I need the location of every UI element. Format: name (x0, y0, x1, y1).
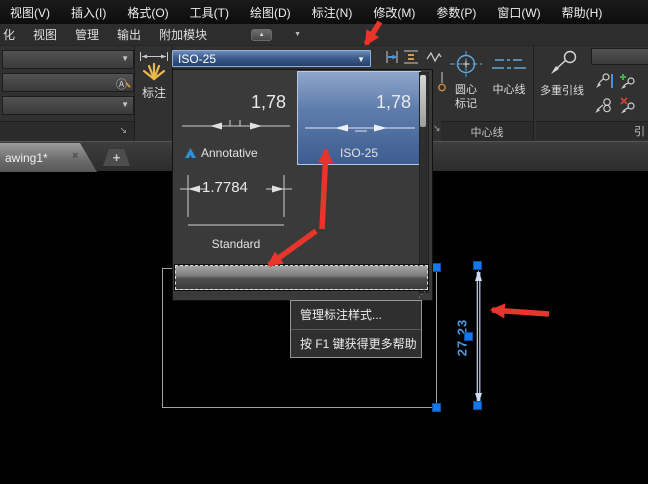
dimension-grip[interactable] (473, 401, 482, 410)
centerline-label: 中心线 (492, 84, 526, 96)
resize-grip-icon[interactable]: ⋰ (418, 291, 426, 299)
style-item-standard[interactable]: 1.7784 Standard (178, 167, 294, 255)
style-item-iso25[interactable]: 1,78 ISO-25 (297, 71, 421, 165)
flyout-scrollbar[interactable] (419, 72, 429, 293)
minimize-ribbon-button[interactable]: ▲ (251, 28, 273, 41)
panel-divider (134, 46, 135, 141)
close-icon[interactable]: × (72, 150, 78, 162)
menu-item-insert[interactable]: 插入(I) (71, 4, 106, 21)
menu-item-dimension[interactable]: 标注(N) (312, 4, 353, 21)
remove-leader-icon[interactable] (594, 96, 614, 114)
minimize-ribbon-caret-icon[interactable]: ▼ (294, 31, 301, 38)
dim-style-flyout: 1,78 Annotative 1,78 ISO-25 1.7784 Stand… (172, 69, 433, 301)
ribbon-tab-manage[interactable]: 管理 (75, 26, 99, 43)
chevron-down-icon: ▼ (121, 100, 129, 109)
style-item-label: ISO-25 (339, 146, 378, 160)
red-arrow-dimension (489, 303, 550, 319)
chevron-down-icon[interactable]: ▼ (357, 55, 365, 64)
multileader-button[interactable]: 多重引线 (536, 46, 588, 118)
leader-panel-title[interactable]: 引 (536, 121, 648, 140)
scrollbar-thumb[interactable] (420, 75, 426, 127)
flyout-hovered-item[interactable] (175, 265, 428, 290)
align-leader-icon[interactable] (616, 96, 636, 114)
multileader-label: 多重引线 (540, 85, 584, 97)
dim-preview-graphic (182, 120, 290, 130)
dimension-origin-grip[interactable] (432, 263, 441, 272)
dimension-text-grip[interactable] (464, 332, 473, 341)
panel-expander-icon[interactable]: ↘ (433, 123, 441, 134)
menu-item-tools[interactable]: 工具(T) (190, 4, 229, 21)
minimize-ribbon-icon: ▲ (258, 31, 265, 38)
sparkle-icon (142, 62, 166, 81)
new-drawing-tab-button[interactable]: + (103, 149, 130, 166)
new-tab-icon: + (112, 150, 121, 165)
file-tab-label: awing1* (5, 150, 48, 165)
style-item-label: Standard (211, 237, 261, 251)
dim-style-value: ISO-25 (178, 51, 217, 66)
dimension-origin-grip[interactable] (432, 403, 441, 412)
linear-dimension-icon (140, 52, 168, 61)
style-preview-value: 1,78 (250, 92, 286, 112)
menu-item-help[interactable]: 帮助(H) (562, 4, 603, 21)
centerline-button[interactable]: 中心线 (488, 48, 530, 118)
chevron-down-icon: ▼ (121, 54, 129, 63)
text-style-dropdown[interactable]: ▼ (2, 50, 134, 69)
adjust-spacing-icon[interactable] (403, 49, 419, 65)
annotative-icon (185, 148, 196, 158)
ribbon-tab-bar: 化 视图 管理 输出 附加模块 ▲ ▼ (0, 24, 648, 46)
dimension-break-icon[interactable] (384, 49, 400, 65)
dimension-button[interactable]: 标注 (136, 47, 172, 140)
dimension-grip[interactable] (473, 261, 482, 270)
ribbon-tab-output[interactable]: 输出 (117, 26, 141, 43)
add-leader-icon[interactable] (616, 72, 636, 90)
text-panel-strip: ↘ (0, 121, 134, 141)
menu-item-modify[interactable]: 修改(M) (373, 4, 415, 21)
autocad-window: 视图(V) 插入(I) 格式(O) 工具(T) 绘图(D) 标注(N) 修改(M… (0, 0, 648, 484)
dimension-button-label: 标注 (141, 86, 166, 100)
center-mark-label: 圆心标记 (455, 84, 477, 110)
menu-item-window[interactable]: 窗口(W) (497, 4, 540, 21)
panel-divider (533, 46, 534, 141)
panel-expander-icon[interactable]: ↘ (119, 125, 127, 136)
find-text-field[interactable]: Ⓐ (2, 73, 134, 92)
text-height-dropdown[interactable]: ▼ (2, 96, 134, 115)
ribbon-tab-view[interactable]: 视图 (33, 26, 57, 43)
menu-item-format[interactable]: 格式(O) (127, 4, 168, 21)
file-tab-drawing1[interactable]: awing1* × (0, 143, 97, 172)
leader-panel-title-label: 引 (634, 126, 645, 138)
menu-item-parametric[interactable]: 参数(P) (436, 4, 476, 21)
style-item-label: Annotative (201, 146, 258, 160)
center-mark-icon (450, 51, 482, 77)
leader-icon[interactable] (594, 72, 614, 90)
multileader-icon (551, 50, 577, 74)
dim-preview-graphic (305, 124, 415, 132)
leader-style-dropdown[interactable] (591, 48, 648, 65)
style-item-annotative[interactable]: 1,78 Annotative (178, 74, 294, 166)
centerline-icon (492, 59, 526, 69)
menu-item-view[interactable]: 视图(V) (10, 4, 50, 21)
tooltip-manage-styles[interactable]: 管理标注样式... (291, 301, 421, 329)
style-preview-value: 1,78 (375, 92, 411, 112)
centerline-panel-title-label: 中心线 (470, 126, 504, 139)
tooltip: 管理标注样式... 按 F1 键获得更多帮助 (290, 300, 422, 358)
tooltip-help-hint: 按 F1 键获得更多帮助 (300, 337, 417, 351)
jog-line-icon[interactable] (426, 50, 442, 64)
style-preview-value: 1.7784 (202, 179, 248, 196)
centerline-panel-title[interactable]: 中心线 (441, 121, 533, 141)
ribbon-tab-addins[interactable]: 附加模块 (159, 26, 207, 43)
ribbon-tab-parametric-partial[interactable]: 化 (3, 26, 15, 43)
menu-bar: 视图(V) 插入(I) 格式(O) 工具(T) 绘图(D) 标注(N) 修改(M… (0, 0, 648, 24)
center-mark-button[interactable]: 圆心标记 (446, 48, 486, 118)
menu-item-draw[interactable]: 绘图(D) (250, 4, 291, 21)
dim-style-combobox[interactable]: ISO-25 ▼ (172, 50, 371, 67)
